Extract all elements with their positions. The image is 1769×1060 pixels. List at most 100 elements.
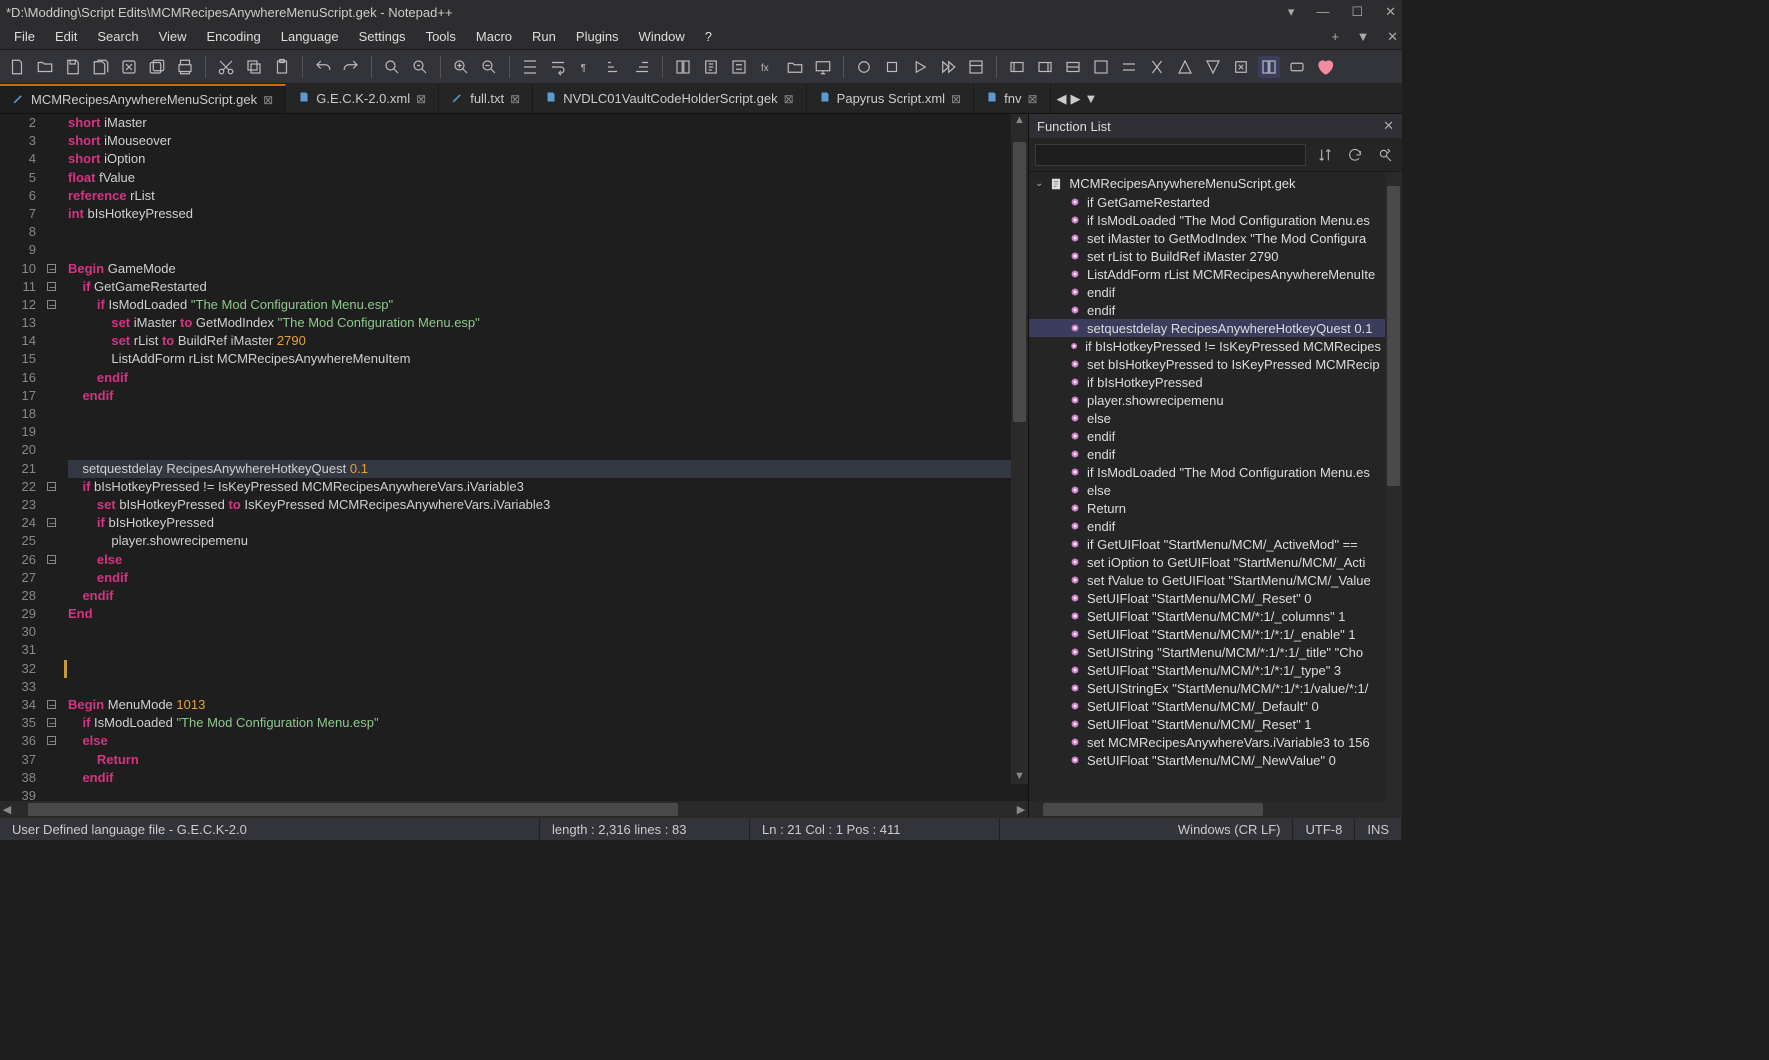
function-list-item[interactable]: SetUIStringEx "StartMenu/MCM/*:1/*:1/val…: [1029, 679, 1385, 697]
save-all-icon[interactable]: [90, 56, 112, 78]
code-area[interactable]: short iMastershort iMouseovershort iOpti…: [64, 114, 1028, 801]
heart-icon[interactable]: [1314, 56, 1336, 78]
tab-close-icon[interactable]: ⊠: [784, 92, 794, 106]
function-list-item[interactable]: SetUIFloat "StartMenu/MCM/*:1/*:1/_enabl…: [1029, 625, 1385, 643]
open-file-icon[interactable]: [34, 56, 56, 78]
function-list-item[interactable]: endif: [1029, 427, 1385, 445]
cut-icon[interactable]: [215, 56, 237, 78]
function-list-item[interactable]: SetUIFloat "StartMenu/MCM/*:1/_columns" …: [1029, 607, 1385, 625]
zoom-in-icon[interactable]: [450, 56, 472, 78]
record-macro-icon[interactable]: [853, 56, 875, 78]
function-list-item[interactable]: endif: [1029, 445, 1385, 463]
function-list-item[interactable]: player.showrecipemenu: [1029, 391, 1385, 409]
tb-ico-5[interactable]: [1118, 56, 1140, 78]
reload-icon[interactable]: [1344, 144, 1366, 166]
word-wrap-icon[interactable]: [547, 56, 569, 78]
tab-next-icon[interactable]: ▶: [1071, 91, 1081, 107]
tb-ico-8[interactable]: [1202, 56, 1224, 78]
function-list-item[interactable]: if GetUIFloat "StartMenu/MCM/_ActiveMod"…: [1029, 535, 1385, 553]
function-list-hscroll[interactable]: [1029, 801, 1402, 818]
function-list-icon[interactable]: fx: [756, 56, 778, 78]
tab-4[interactable]: Papyrus Script.xml⊠: [807, 84, 974, 113]
play-macro-icon[interactable]: [909, 56, 931, 78]
function-list-item[interactable]: else: [1029, 409, 1385, 427]
doc-list-icon[interactable]: [728, 56, 750, 78]
editor-horizontal-scrollbar[interactable]: ◀▶: [0, 801, 1028, 818]
tab-1[interactable]: G.E.C.K-2.0.xml⊠: [286, 84, 439, 113]
tb-ico-10[interactable]: [1258, 56, 1280, 78]
function-list-item[interactable]: SetUIFloat "StartMenu/MCM/_NewValue" 0: [1029, 751, 1385, 769]
tb-ico-7[interactable]: [1174, 56, 1196, 78]
function-list-item[interactable]: set iMaster to GetModIndex "The Mod Conf…: [1029, 229, 1385, 247]
folder-as-workspace-icon[interactable]: [672, 56, 694, 78]
function-list-item[interactable]: set MCMRecipesAnywhereVars.iVariable3 to…: [1029, 733, 1385, 751]
function-list-item[interactable]: SetUIFloat "StartMenu/MCM/_Reset" 0: [1029, 589, 1385, 607]
save-icon[interactable]: [62, 56, 84, 78]
fast-forward-icon[interactable]: [937, 56, 959, 78]
tab-5[interactable]: fnv⊠: [974, 84, 1050, 113]
menu-file[interactable]: File: [4, 27, 45, 46]
menu-run[interactable]: Run: [522, 27, 566, 46]
function-list-item[interactable]: set rList to BuildRef iMaster 2790: [1029, 247, 1385, 265]
menu-plugins[interactable]: Plugins: [566, 27, 629, 46]
tb-ico-9[interactable]: [1230, 56, 1252, 78]
menu-macro[interactable]: Macro: [466, 27, 522, 46]
paste-icon[interactable]: [271, 56, 293, 78]
redo-icon[interactable]: [340, 56, 362, 78]
tb-ico-1[interactable]: [1006, 56, 1028, 78]
tb-ico-4[interactable]: [1090, 56, 1112, 78]
function-list-item[interactable]: set iOption to GetUIFloat "StartMenu/MCM…: [1029, 553, 1385, 571]
close-all-icon[interactable]: [146, 56, 168, 78]
function-list-item[interactable]: Return: [1029, 499, 1385, 517]
tb-ico-2[interactable]: [1034, 56, 1056, 78]
menu-search[interactable]: Search: [87, 27, 148, 46]
function-list-root[interactable]: ⌄MCMRecipesAnywhereMenuScript.gek: [1029, 174, 1385, 193]
function-list-item[interactable]: ListAddForm rList MCMRecipesAnywhereMenu…: [1029, 265, 1385, 283]
close-file-icon[interactable]: [118, 56, 140, 78]
tab-close-icon[interactable]: ⊠: [510, 92, 520, 106]
function-list-item[interactable]: endif: [1029, 301, 1385, 319]
function-list-item[interactable]: setquestdelay RecipesAnywhereHotkeyQuest…: [1029, 319, 1385, 337]
tab-2[interactable]: full.txt⊠: [439, 84, 533, 113]
close-panel-icon[interactable]: ✕: [1383, 118, 1394, 134]
function-list-item[interactable]: if IsModLoaded "The Mod Configuration Me…: [1029, 211, 1385, 229]
menu-edit[interactable]: Edit: [45, 27, 87, 46]
tab-close-icon[interactable]: ⊠: [1027, 92, 1037, 106]
function-list-vscroll[interactable]: [1385, 172, 1402, 801]
status-encoding[interactable]: UTF-8: [1293, 818, 1355, 840]
save-macro-icon[interactable]: [965, 56, 987, 78]
function-list-item[interactable]: if GetGameRestarted: [1029, 193, 1385, 211]
print-icon[interactable]: [174, 56, 196, 78]
undo-icon[interactable]: [312, 56, 334, 78]
close-icon[interactable]: ✕: [1387, 29, 1398, 44]
function-list-item[interactable]: set fValue to GetUIFloat "StartMenu/MCM/…: [1029, 571, 1385, 589]
replace-icon[interactable]: [409, 56, 431, 78]
menu-help[interactable]: ?: [695, 27, 722, 46]
menu-window[interactable]: Window: [629, 27, 695, 46]
tab-prev-icon[interactable]: ◀: [1057, 91, 1067, 107]
function-list-item[interactable]: set bIsHotkeyPressed to IsKeyPressed MCM…: [1029, 355, 1385, 373]
menu-settings[interactable]: Settings: [349, 27, 416, 46]
zoom-out-icon[interactable]: [478, 56, 500, 78]
settings-icon[interactable]: [1374, 144, 1396, 166]
menu-view[interactable]: View: [149, 27, 197, 46]
tab-close-icon[interactable]: ⊠: [263, 93, 273, 107]
folder-icon[interactable]: [784, 56, 806, 78]
function-list-item[interactable]: SetUIFloat "StartMenu/MCM/_Default" 0: [1029, 697, 1385, 715]
restore-down-icon[interactable]: ▾: [1288, 4, 1295, 20]
minimize-icon[interactable]: ―: [1316, 4, 1329, 20]
editor-vertical-scrollbar[interactable]: ▲▼: [1011, 114, 1028, 784]
tab-close-icon[interactable]: ⊠: [416, 92, 426, 106]
close-window-icon[interactable]: ✕: [1385, 4, 1396, 20]
unfold-all-icon[interactable]: ▼: [1357, 29, 1370, 44]
show-all-chars-icon[interactable]: ¶: [575, 56, 597, 78]
function-list-search[interactable]: [1035, 144, 1306, 166]
tab-close-icon[interactable]: ⊠: [951, 92, 961, 106]
stop-macro-icon[interactable]: [881, 56, 903, 78]
tb-ico-3[interactable]: [1062, 56, 1084, 78]
menu-language[interactable]: Language: [271, 27, 349, 46]
maximize-icon[interactable]: ☐: [1351, 4, 1363, 20]
tab-0[interactable]: MCMRecipesAnywhereMenuScript.gek⊠: [0, 84, 286, 113]
function-list-item[interactable]: endif: [1029, 517, 1385, 535]
function-list-item[interactable]: endif: [1029, 283, 1385, 301]
